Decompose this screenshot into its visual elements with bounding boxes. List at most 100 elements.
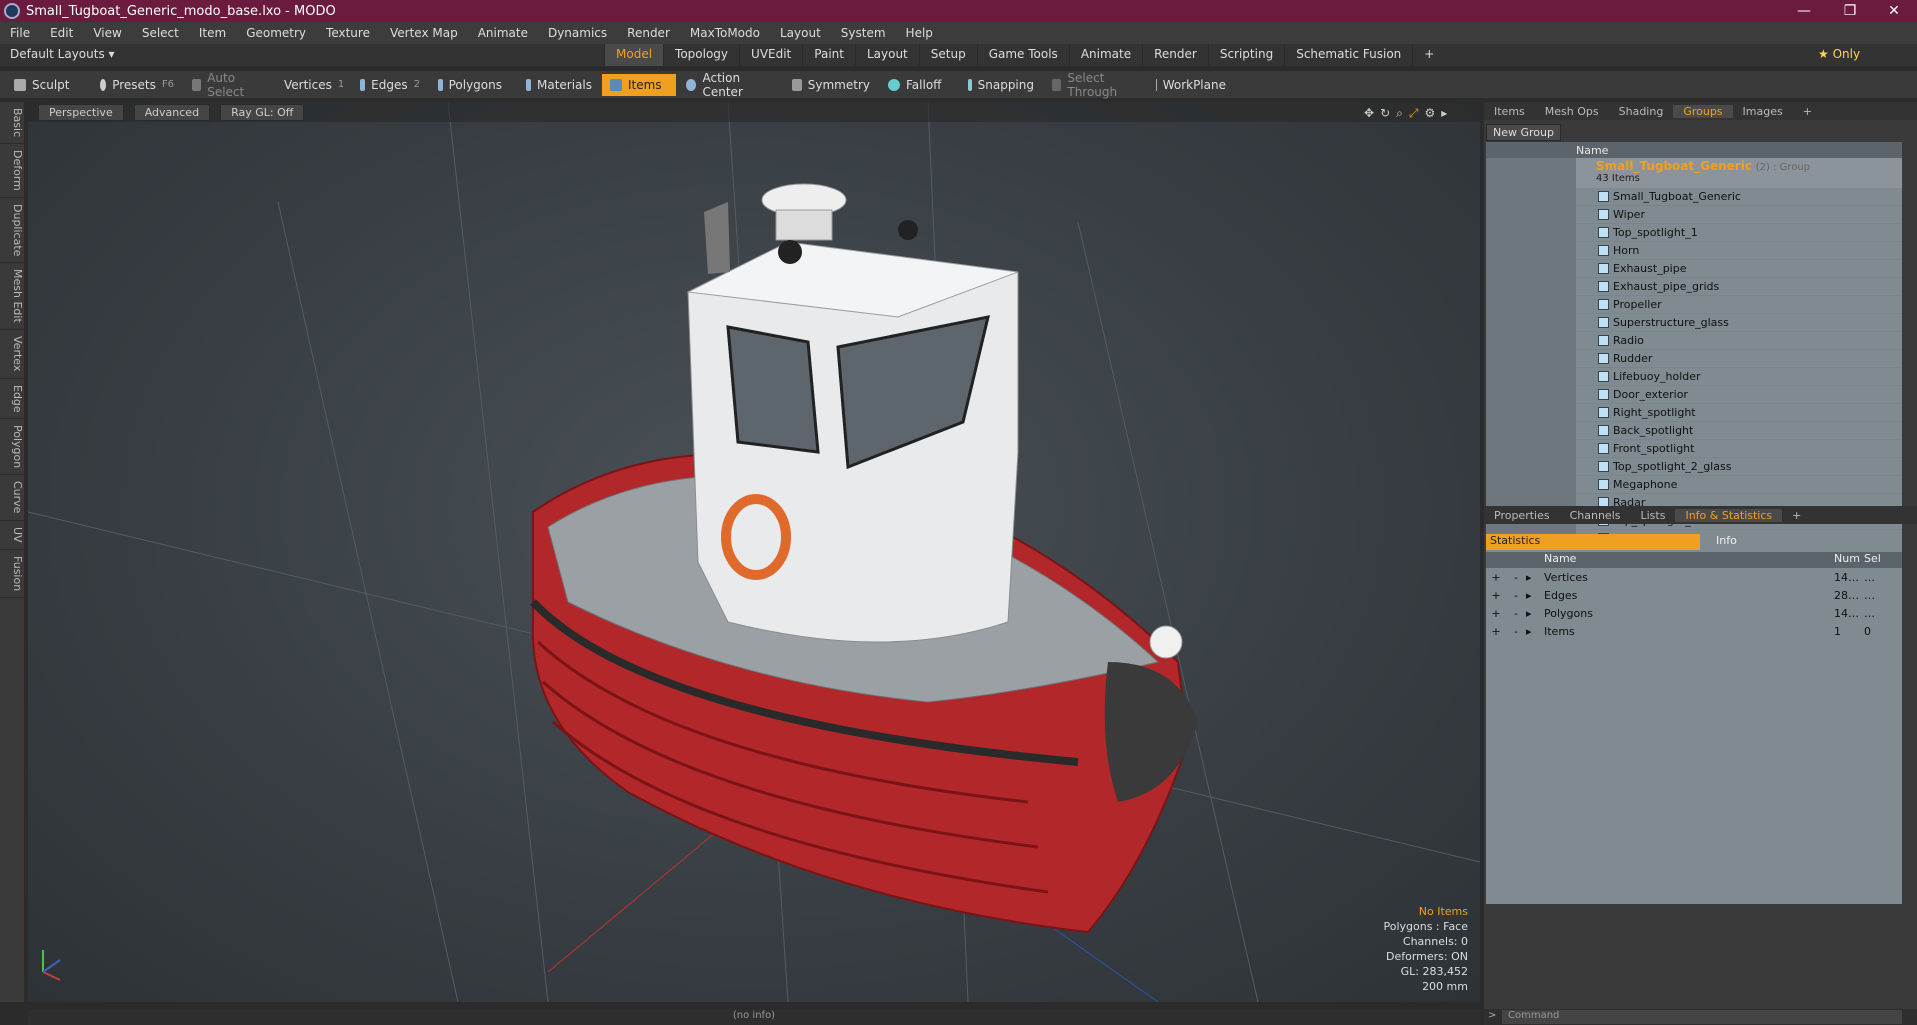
list-item[interactable]: Back_spotlight bbox=[1486, 421, 1902, 440]
only-toggle[interactable]: ★ Only bbox=[1818, 47, 1860, 61]
table-row[interactable]: + - ▸ Items 1 0 bbox=[1486, 622, 1902, 640]
list-item[interactable]: Propeller bbox=[1486, 295, 1902, 314]
tab-animate[interactable]: Animate bbox=[1068, 44, 1142, 66]
polygons-button[interactable]: Polygons bbox=[430, 74, 510, 96]
collapse-minus-icon[interactable]: - bbox=[1506, 589, 1526, 602]
statistics-tab[interactable]: Statistics bbox=[1486, 534, 1700, 550]
panel-tab-info-statistics[interactable]: Info & Statistics bbox=[1675, 508, 1783, 522]
panel-tab-lists[interactable]: Lists bbox=[1631, 509, 1676, 522]
left-tab-fusion[interactable]: Fusion bbox=[0, 550, 24, 598]
panel-tab-mesh-ops[interactable]: Mesh Ops bbox=[1535, 105, 1609, 118]
menu-render[interactable]: Render bbox=[617, 26, 680, 40]
disclosure-triangle-icon[interactable]: ▸ bbox=[1526, 607, 1544, 620]
menu-view[interactable]: View bbox=[83, 26, 131, 40]
menu-vertex-map[interactable]: Vertex Map bbox=[380, 26, 468, 40]
panel-tab-groups[interactable]: Groups bbox=[1673, 104, 1733, 118]
tab-model[interactable]: Model bbox=[604, 44, 664, 66]
command-input[interactable]: Command bbox=[1502, 1010, 1902, 1024]
restore-button[interactable]: ❐ bbox=[1827, 0, 1873, 22]
falloff-button[interactable]: Falloff bbox=[880, 74, 958, 96]
auto-select-button[interactable]: Auto Select bbox=[184, 71, 268, 99]
left-tab-mesh-edit[interactable]: Mesh Edit bbox=[0, 263, 24, 331]
panel-tab-items[interactable]: Items bbox=[1484, 105, 1535, 118]
menu-file[interactable]: File bbox=[0, 26, 40, 40]
raygl-button[interactable]: Ray GL: Off bbox=[220, 103, 305, 121]
disclosure-triangle-icon[interactable]: ▸ bbox=[1526, 625, 1544, 638]
menu-item[interactable]: Item bbox=[189, 26, 236, 40]
collapse-minus-icon[interactable]: - bbox=[1506, 607, 1526, 620]
expand-plus-icon[interactable]: + bbox=[1486, 625, 1506, 638]
menu-maxtomodo[interactable]: MaxToModo bbox=[680, 26, 770, 40]
table-row[interactable]: + - ▸ Edges 28…… bbox=[1486, 586, 1902, 604]
fit-icon[interactable]: ⤢ bbox=[1409, 106, 1419, 121]
vertices-button[interactable]: Vertices 1 bbox=[270, 74, 350, 96]
left-tab-deform[interactable]: Deform bbox=[0, 144, 24, 199]
menu-edit[interactable]: Edit bbox=[40, 26, 83, 40]
list-item[interactable]: Wiper bbox=[1486, 205, 1902, 224]
left-tab-vertex[interactable]: Vertex bbox=[0, 330, 24, 379]
tab-topology[interactable]: Topology bbox=[663, 44, 739, 66]
pan-icon[interactable]: ✥ bbox=[1364, 106, 1374, 121]
tab-paint[interactable]: Paint bbox=[802, 44, 855, 66]
collapse-minus-icon[interactable]: - bbox=[1506, 571, 1526, 584]
snapping-button[interactable]: Snapping bbox=[960, 74, 1042, 96]
disclosure-triangle-icon[interactable]: ▸ bbox=[1526, 589, 1544, 602]
tab-uvedit[interactable]: UVEdit bbox=[739, 44, 802, 66]
minimize-button[interactable]: — bbox=[1781, 0, 1827, 22]
list-item[interactable]: Rudder bbox=[1486, 349, 1902, 368]
tab-render[interactable]: Render bbox=[1142, 44, 1208, 66]
new-group-button[interactable]: New Group bbox=[1486, 124, 1561, 141]
tab-setup[interactable]: Setup bbox=[918, 44, 977, 66]
sculpt-button[interactable]: Sculpt bbox=[6, 74, 90, 96]
select-through-button[interactable]: Select Through bbox=[1044, 71, 1146, 99]
expand-plus-icon[interactable]: + bbox=[1486, 571, 1506, 584]
panel-tab-[interactable]: + bbox=[1793, 105, 1822, 118]
advanced-button[interactable]: Advanced bbox=[133, 103, 211, 121]
expand-plus-icon[interactable]: + bbox=[1486, 607, 1506, 620]
left-tab-duplicate[interactable]: Duplicate bbox=[0, 198, 24, 264]
tab-layout[interactable]: Layout bbox=[854, 44, 919, 66]
list-item[interactable]: Lifebuoy_holder bbox=[1486, 367, 1902, 386]
list-item[interactable]: Radio bbox=[1486, 331, 1902, 350]
menu-select[interactable]: Select bbox=[132, 26, 189, 40]
table-row[interactable]: + - ▸ Vertices 14…… bbox=[1486, 568, 1902, 586]
rotate-icon[interactable]: ↻ bbox=[1380, 106, 1390, 121]
menu-system[interactable]: System bbox=[831, 26, 896, 40]
settings-icon[interactable]: ⚙ bbox=[1424, 106, 1435, 121]
panel-tab-properties[interactable]: Properties bbox=[1484, 509, 1560, 522]
list-item[interactable]: Megaphone bbox=[1486, 475, 1902, 494]
tab-game-tools[interactable]: Game Tools bbox=[976, 44, 1069, 66]
expand-plus-icon[interactable]: + bbox=[1486, 589, 1506, 602]
symmetry-button[interactable]: Symmetry bbox=[784, 74, 878, 96]
info-tab[interactable]: Info bbox=[1700, 534, 1737, 550]
panel-tab-shading[interactable]: Shading bbox=[1609, 105, 1674, 118]
panel-tab-[interactable]: + bbox=[1782, 509, 1811, 522]
left-tab-edge[interactable]: Edge bbox=[0, 379, 24, 420]
expand-icon[interactable]: ▸ bbox=[1441, 106, 1447, 121]
list-item[interactable]: Right_spotlight bbox=[1486, 403, 1902, 422]
collapse-minus-icon[interactable]: - bbox=[1506, 625, 1526, 638]
menu-help[interactable]: Help bbox=[896, 26, 943, 40]
list-item[interactable]: Top_spotlight_1 bbox=[1486, 223, 1902, 242]
list-item[interactable]: Exhaust_pipe bbox=[1486, 259, 1902, 278]
left-tab-uv[interactable]: UV bbox=[0, 521, 24, 550]
list-item[interactable]: Front_spotlight bbox=[1486, 439, 1902, 458]
menu-animate[interactable]: Animate bbox=[468, 26, 538, 40]
panel-tab-images[interactable]: Images bbox=[1733, 105, 1793, 118]
tab-add[interactable]: + bbox=[1412, 44, 1445, 66]
items-button[interactable]: Items bbox=[602, 73, 676, 96]
action-center-button[interactable]: Action Center bbox=[678, 71, 782, 99]
materials-button[interactable]: Materials bbox=[518, 74, 600, 96]
tab-scripting[interactable]: Scripting bbox=[1207, 44, 1284, 66]
left-tab-curve[interactable]: Curve bbox=[0, 475, 24, 521]
close-button[interactable]: ✕ bbox=[1871, 0, 1917, 22]
list-item[interactable]: Superstructure_glass bbox=[1486, 313, 1902, 332]
menu-texture[interactable]: Texture bbox=[316, 26, 380, 40]
menu-geometry[interactable]: Geometry bbox=[236, 26, 316, 40]
list-item[interactable]: Exhaust_pipe_grids bbox=[1486, 277, 1902, 296]
edges-button[interactable]: Edges 2 bbox=[352, 74, 428, 96]
zoom-icon[interactable]: ⌕ bbox=[1396, 106, 1403, 121]
list-item[interactable]: Door_exterior bbox=[1486, 385, 1902, 404]
default-layouts-dropdown[interactable]: Default Layouts ▾ bbox=[10, 47, 115, 61]
perspective-button[interactable]: Perspective bbox=[38, 103, 124, 121]
